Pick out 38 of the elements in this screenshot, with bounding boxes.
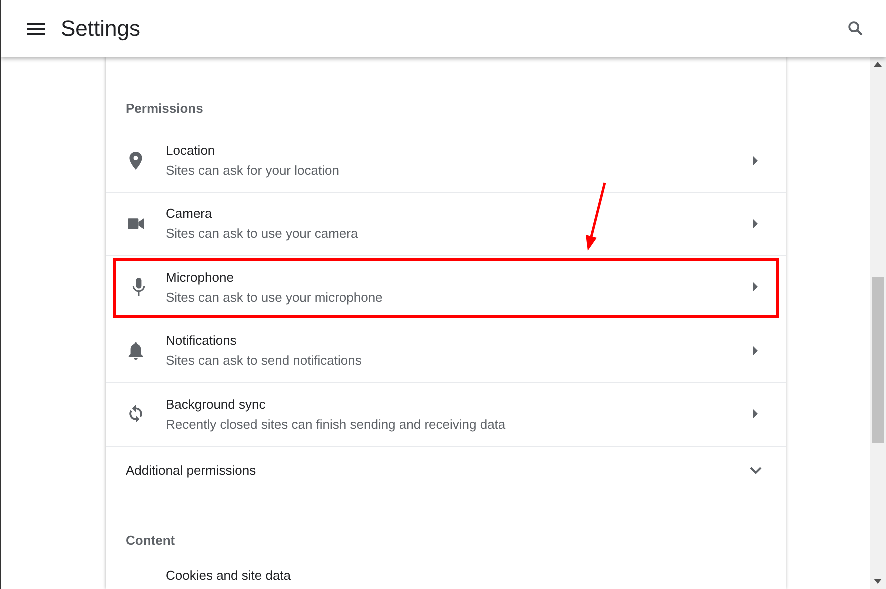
row-description: Recently closed sites can finish sending and receiving data: [166, 416, 507, 432]
location-pin-icon: [128, 152, 144, 170]
bell-icon: [128, 342, 144, 360]
settings-row[interactable]: Location Sites can ask for your location: [106, 129, 786, 193]
chevron-right-icon: [753, 409, 758, 420]
settings-row[interactable]: Microphone Sites can ask to use your microphone: [111, 256, 781, 320]
annotation-arrow: [584, 181, 608, 253]
settings-row[interactable]: Camera Sites can ask to use your camera: [106, 192, 786, 256]
row-title: Camera: [166, 206, 214, 222]
row-title: Notifications: [166, 333, 238, 348]
chevron-right-icon: [753, 282, 758, 292]
chevron-right-icon: [753, 218, 758, 229]
scroll-up-icon[interactable]: [874, 62, 882, 67]
section-heading: Permissions: [125, 101, 204, 118]
row-title: Location: [166, 143, 216, 158]
scroll-down-icon[interactable]: [874, 579, 882, 584]
sync-icon: [128, 405, 144, 424]
settings-row[interactable]: Cookies and site data: [106, 568, 786, 589]
row-description: Sites can ask to use your camera: [166, 226, 360, 242]
row-title: Microphone: [166, 270, 235, 285]
settings-row[interactable]: Background sync Recently closed sites can finish sending and receiving data: [106, 383, 786, 447]
row-description: Sites can ask to send notifications: [166, 353, 363, 368]
chevron-right-icon: [753, 156, 758, 166]
expander-row[interactable]: Additional permissions: [106, 446, 786, 496]
page-title: Settings: [61, 16, 140, 42]
chevron-right-icon: [753, 346, 758, 356]
scrollbar-thumb[interactable]: [872, 277, 884, 443]
microphone-icon: [130, 278, 146, 296]
settings-row[interactable]: Notifications Sites can ask to send notifications: [106, 320, 786, 384]
row-title: Cookies and site data: [166, 568, 292, 583]
row-description: Sites can ask to use your microphone: [166, 290, 384, 305]
scrollbar[interactable]: [870, 57, 886, 589]
row-title: Background sync: [166, 396, 267, 412]
search-icon[interactable]: [848, 21, 863, 36]
expander-label: Additional permissions: [126, 463, 258, 478]
row-description: Sites can ask for your location: [166, 163, 340, 178]
menu-icon[interactable]: [27, 22, 45, 34]
section-heading: Content: [125, 533, 176, 550]
